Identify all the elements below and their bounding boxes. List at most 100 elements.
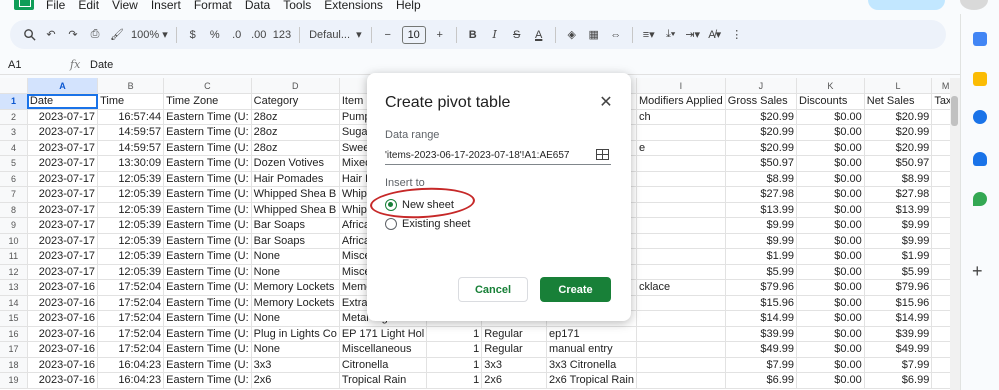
cell[interactable]: Eastern Time (U: [163,109,252,125]
cell[interactable]: $0.00 [796,140,865,156]
menu-extensions[interactable]: Extensions [324,0,383,12]
cell[interactable]: $0.00 [796,186,865,203]
column-header[interactable]: L [864,78,933,94]
cell[interactable]: Eastern Time (U: [163,124,252,141]
cell[interactable]: $49.99 [864,341,933,358]
cell[interactable]: Eastern Time (U: [163,326,252,342]
contacts-icon[interactable] [973,152,987,166]
cell[interactable]: $49.99 [725,341,798,358]
cell[interactable]: Bar Soaps [251,217,340,234]
cell[interactable]: Time [97,93,165,110]
cell[interactable]: manual entry [546,341,637,358]
cell[interactable]: Eastern Time (U: [163,186,252,203]
cell[interactable]: 2023-07-17 [27,140,99,156]
cell[interactable]: 12:05:39 [97,264,165,280]
column-header[interactable]: A [27,78,99,94]
cell[interactable]: 12:05:39 [97,248,165,265]
cell[interactable]: Plug in Lights Co [251,326,340,342]
cell[interactable]: 1 [426,326,483,342]
cell[interactable]: $0.00 [796,171,865,187]
cell[interactable]: 2023-07-17 [27,202,99,218]
cell[interactable]: Eastern Time (U: [163,264,252,280]
cell[interactable] [636,357,726,373]
row-header[interactable]: 15 [0,310,28,327]
cell[interactable]: $1.99 [725,248,798,265]
cell[interactable]: Modifiers Applied [636,93,726,110]
row-header[interactable]: 18 [0,357,28,373]
print-icon[interactable]: ⎙ [84,24,106,46]
more-options-icon[interactable]: ⋮ [726,24,748,46]
cell[interactable] [636,202,726,218]
cell[interactable]: $0.00 [796,326,865,342]
column-header[interactable]: I [636,78,726,94]
menu-file[interactable]: File [46,0,65,12]
cell[interactable]: $50.97 [864,155,933,172]
share-button[interactable] [868,0,945,10]
cell[interactable]: $0.00 [796,202,865,218]
cell[interactable]: $13.99 [725,202,798,218]
create-button[interactable]: Create [540,277,611,302]
row-header[interactable]: 1 [0,93,28,110]
menu-insert[interactable]: Insert [151,0,181,12]
cell[interactable]: $20.99 [725,140,798,156]
cell[interactable]: Hair Pomades [251,171,340,187]
cell[interactable]: Tropical Rain [339,372,428,389]
cell[interactable]: 12:05:39 [97,217,165,234]
cell[interactable]: Eastern Time (U: [163,155,252,172]
column-header[interactable]: C [163,78,252,94]
cell[interactable]: Whipped Shea B [251,186,340,203]
cell[interactable]: 16:04:23 [97,357,165,373]
avatar[interactable] [960,0,988,10]
cell[interactable]: $0.00 [796,341,865,358]
row-header[interactable]: 8 [0,202,28,218]
cell[interactable]: 2x6 [481,372,547,389]
row-header[interactable]: 3 [0,124,28,141]
cell[interactable]: Eastern Time (U: [163,341,252,358]
bold-button[interactable]: B [462,24,484,46]
cell[interactable]: Eastern Time (U: [163,233,252,249]
cell[interactable]: $9.99 [864,233,933,249]
cell[interactable] [636,310,726,327]
cell[interactable]: $8.99 [864,171,933,187]
row-header[interactable]: 17 [0,341,28,358]
add-addon-icon[interactable]: + [972,262,983,280]
cell[interactable]: $0.00 [796,264,865,280]
cell[interactable]: Category [251,93,340,110]
menu-format[interactable]: Format [194,0,232,12]
cell[interactable]: Gross Sales [725,93,798,110]
cell[interactable]: $7.99 [864,357,933,373]
column-header[interactable]: D [251,78,340,94]
cancel-button[interactable]: Cancel [458,277,528,302]
cell[interactable]: $9.99 [864,217,933,234]
cell[interactable]: $9.99 [725,217,798,234]
cell[interactable]: 2023-07-17 [27,248,99,265]
cell[interactable]: 2x6 [251,372,340,389]
cell[interactable]: Time Zone [163,93,252,110]
cell[interactable]: Miscellaneous [339,341,428,358]
cell[interactable] [636,295,726,311]
cell[interactable]: $79.96 [864,279,933,296]
cell[interactable]: 1 [426,357,483,373]
cell[interactable] [636,233,726,249]
row-header[interactable]: 11 [0,248,28,265]
cell[interactable]: $39.99 [864,326,933,342]
cell[interactable]: $50.97 [725,155,798,172]
close-icon[interactable]: ✕ [598,95,614,111]
cell[interactable]: $0.00 [796,155,865,172]
font-select[interactable]: Defaul... ▾ [305,26,366,44]
merge-cells-icon[interactable]: ⇔ [605,24,627,46]
cell[interactable]: Discounts [796,93,865,110]
cell[interactable]: $0.00 [796,310,865,327]
text-color-button[interactable]: A [528,24,550,46]
cell[interactable]: $6.99 [864,372,933,389]
cell[interactable]: 2023-07-16 [27,310,99,327]
cell[interactable]: $27.98 [725,186,798,203]
menu-help[interactable]: Help [396,0,421,12]
cell[interactable]: Eastern Time (U: [163,217,252,234]
strikethrough-button[interactable]: S [506,24,528,46]
cell[interactable]: 2023-07-16 [27,357,99,373]
cell[interactable]: 14:59:57 [97,124,165,141]
cell[interactable]: 28oz [251,140,340,156]
cell[interactable]: 2023-07-17 [27,264,99,280]
sheets-logo-icon[interactable] [14,0,34,10]
